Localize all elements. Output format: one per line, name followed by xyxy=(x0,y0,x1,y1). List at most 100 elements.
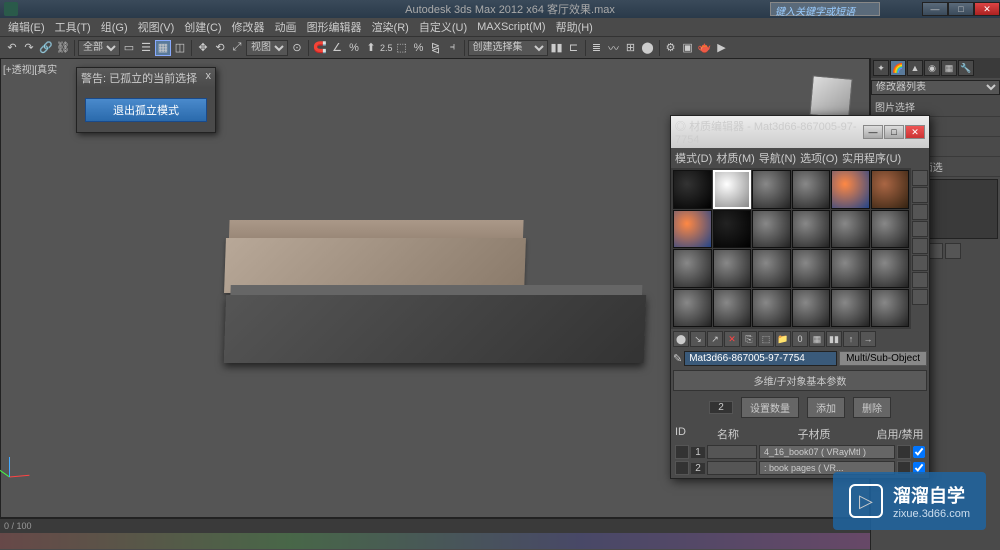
menu-customize[interactable]: 自定义(U) xyxy=(415,19,471,35)
sample-slot[interactable] xyxy=(752,249,791,288)
sample-slot[interactable] xyxy=(871,289,910,328)
sample-slot[interactable] xyxy=(713,249,752,288)
material-editor-icon[interactable]: ⬤ xyxy=(640,40,656,56)
rollup-header[interactable]: 多维/子对象基本参数 xyxy=(673,370,927,391)
snap-pct-icon[interactable]: % xyxy=(411,40,427,56)
background-icon[interactable] xyxy=(912,204,928,220)
config-icon[interactable] xyxy=(945,243,961,259)
sample-slot[interactable] xyxy=(752,289,791,328)
menu-tools[interactable]: 工具(T) xyxy=(51,19,95,35)
snap-icon[interactable]: 🧲 xyxy=(312,40,328,56)
curve-editor-icon[interactable]: 〰 xyxy=(606,40,622,56)
go-parent-icon[interactable]: ↑ xyxy=(843,331,859,347)
render-setup-icon[interactable]: ⚙ xyxy=(663,40,679,56)
delete-button[interactable]: 删除 xyxy=(853,397,891,418)
sample-slot[interactable] xyxy=(713,210,752,249)
sample-slot[interactable] xyxy=(871,170,910,209)
link-icon[interactable]: 🔗 xyxy=(38,40,54,56)
sample-slot[interactable] xyxy=(792,289,831,328)
maximize-button[interactable]: □ xyxy=(948,2,974,16)
time-slider[interactable]: 0 / 100 xyxy=(0,519,870,533)
menu-render[interactable]: 渲染(R) xyxy=(368,19,413,35)
snap-3d-icon[interactable]: ⬚ xyxy=(394,40,410,56)
options-icon[interactable] xyxy=(912,272,928,288)
modifier-list-dropdown[interactable]: 修改器列表 xyxy=(871,80,1000,95)
row-name-input[interactable] xyxy=(707,445,757,459)
sample-slot[interactable] xyxy=(673,249,712,288)
sample-slot[interactable] xyxy=(673,289,712,328)
video-check-icon[interactable] xyxy=(912,238,928,254)
window-crossing-icon[interactable]: ◫ xyxy=(172,40,188,56)
mat-maximize-button[interactable]: □ xyxy=(884,125,904,139)
sample-slot[interactable] xyxy=(673,210,712,249)
set-count-button[interactable]: 设置数量 xyxy=(741,397,799,418)
reset-icon[interactable]: ✕ xyxy=(724,331,740,347)
modify-tab-icon[interactable]: 🌈 xyxy=(890,60,906,76)
render-icon[interactable]: 🫖 xyxy=(697,40,713,56)
menu-modifiers[interactable]: 修改器 xyxy=(228,19,269,35)
sample-uv-icon[interactable] xyxy=(912,221,928,237)
ref-coord-dropdown[interactable]: 视图 xyxy=(246,40,288,56)
sample-slot[interactable] xyxy=(831,289,870,328)
redo-icon[interactable]: ↷ xyxy=(21,40,37,56)
make-unique-icon[interactable]: ⬚ xyxy=(758,331,774,347)
mod-item-1[interactable]: 图片选择 xyxy=(871,97,1000,117)
spinner-snap-icon[interactable]: ⬆ xyxy=(363,40,379,56)
mat-close-button[interactable]: ✕ xyxy=(905,125,925,139)
sample-slot[interactable] xyxy=(752,210,791,249)
make-preview-icon[interactable] xyxy=(912,255,928,271)
help-search-input[interactable]: 键入关键字或短语 xyxy=(770,2,880,16)
row-sub-button[interactable]: 4_16_book07 ( VRayMtl ) xyxy=(759,445,895,459)
unlink-icon[interactable]: ⛓ xyxy=(55,40,71,56)
track-bar[interactable] xyxy=(0,533,870,549)
row-enable-checkbox[interactable] xyxy=(913,446,925,458)
select-region-icon[interactable]: ▦ xyxy=(155,40,171,56)
create-tab-icon[interactable]: ✦ xyxy=(873,60,889,76)
warning-close-icon[interactable]: x xyxy=(206,70,212,86)
sample-slot[interactable] xyxy=(792,170,831,209)
sample-slot[interactable] xyxy=(673,170,712,209)
mirror-icon[interactable]: ⧎ xyxy=(428,40,444,56)
pick-material-icon[interactable]: ✎ xyxy=(673,352,682,365)
menu-maxscript[interactable]: MAXScript(M) xyxy=(473,21,549,33)
angle-snap-icon[interactable]: ∠ xyxy=(329,40,345,56)
exit-isolate-button[interactable]: 退出孤立模式 xyxy=(85,98,207,122)
mat-menu-material[interactable]: 材质(M) xyxy=(716,150,755,166)
sample-slot[interactable] xyxy=(831,249,870,288)
mat-menu-options[interactable]: 选项(O) xyxy=(800,150,838,166)
undo-icon[interactable]: ↶ xyxy=(4,40,20,56)
sub-count-input[interactable] xyxy=(709,401,733,414)
show-map-icon[interactable]: ▦ xyxy=(809,331,825,347)
material-editor-titlebar[interactable]: ◎ 材质编辑器 - Mat3d66-867005-97-7754 — □ ✕ xyxy=(671,116,929,148)
render-prod-icon[interactable]: ▶ xyxy=(714,40,730,56)
render-frame-icon[interactable]: ▣ xyxy=(680,40,696,56)
sample-slot-selected[interactable] xyxy=(713,170,752,209)
make-copy-icon[interactable]: ⎘ xyxy=(741,331,757,347)
menu-edit[interactable]: 编辑(E) xyxy=(4,19,49,35)
menu-group[interactable]: 组(G) xyxy=(97,19,132,35)
backlight-icon[interactable] xyxy=(912,187,928,203)
close-button[interactable]: ✕ xyxy=(974,2,1000,16)
put-library-icon[interactable]: 📁 xyxy=(775,331,791,347)
swatch-icon[interactable] xyxy=(675,461,689,475)
sample-slot[interactable] xyxy=(831,210,870,249)
schematic-icon[interactable]: ⊞ xyxy=(623,40,639,56)
sample-slot[interactable] xyxy=(831,170,870,209)
menu-help[interactable]: 帮助(H) xyxy=(552,19,597,35)
add-button[interactable]: 添加 xyxy=(807,397,845,418)
named-sel-dropdown[interactable]: 创建选择集 xyxy=(468,40,548,56)
sample-slot[interactable] xyxy=(871,249,910,288)
align2-icon[interactable]: ⊏ xyxy=(566,40,582,56)
utilities-tab-icon[interactable]: 🔧 xyxy=(958,60,974,76)
menu-graph[interactable]: 图形编辑器 xyxy=(303,19,366,35)
go-sibling-icon[interactable]: → xyxy=(860,331,876,347)
hierarchy-tab-icon[interactable]: ▲ xyxy=(907,60,923,76)
mat-minimize-button[interactable]: — xyxy=(863,125,883,139)
scale-icon[interactable]: ⤢ xyxy=(229,40,245,56)
mat-menu-mode[interactable]: 模式(D) xyxy=(675,150,712,166)
menu-view[interactable]: 视图(V) xyxy=(134,19,179,35)
mat-menu-util[interactable]: 实用程序(U) xyxy=(842,150,901,166)
viewport-label[interactable]: [+透视][真实 xyxy=(3,61,57,76)
row-color-swatch[interactable] xyxy=(897,445,911,459)
sample-slot[interactable] xyxy=(752,170,791,209)
